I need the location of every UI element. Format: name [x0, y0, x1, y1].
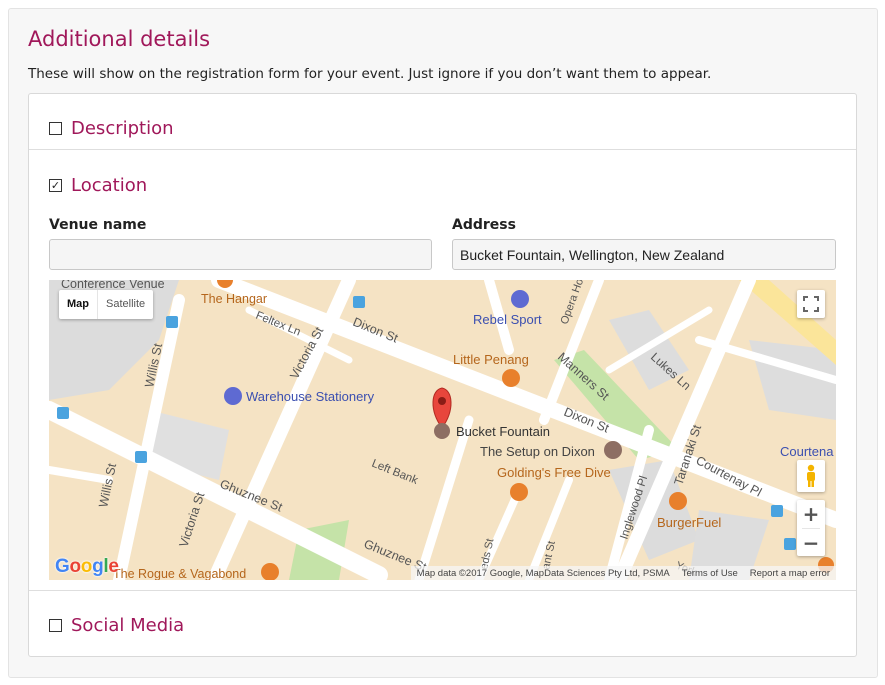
- zoom-in-button[interactable]: +: [797, 500, 825, 528]
- map-label: Warehouse Stationery: [246, 389, 375, 404]
- bar-poi-icon: [510, 483, 528, 501]
- hotel-poi-icon: [604, 441, 622, 459]
- report-map-error-link[interactable]: Report a map error: [744, 568, 836, 579]
- map-label: Rebel Sport: [473, 312, 542, 327]
- description-toggle[interactable]: Description: [49, 118, 174, 139]
- zoom-out-button[interactable]: −: [797, 529, 825, 557]
- bus-stop-icon: [166, 316, 178, 328]
- map-label: The Hangar: [201, 292, 267, 306]
- map-label: Bucket Fountain: [456, 424, 550, 439]
- pegman-icon: [807, 464, 815, 487]
- map-label: The Rogue & Vagabond: [113, 567, 246, 580]
- map-type-control: Map Satellite: [59, 290, 154, 319]
- map-canvas[interactable]: Conference Venue The Hangar Rebel Sport …: [49, 280, 836, 580]
- map-attribution-bar: Map data ©2017 Google, MapData Sciences …: [410, 566, 836, 580]
- divider: [29, 590, 856, 591]
- food-poi-icon: [669, 492, 687, 510]
- shop-poi-icon: [511, 290, 529, 308]
- venue-name-input[interactable]: [49, 239, 432, 270]
- map-type-map-button[interactable]: Map: [59, 290, 98, 319]
- street-view-button[interactable]: [797, 460, 825, 492]
- map-label: Little Penang: [453, 352, 529, 367]
- fullscreen-button[interactable]: [797, 290, 825, 318]
- details-panel: Description ✓ Location Venue name Addres…: [28, 93, 857, 657]
- bus-stop-icon: [135, 451, 147, 463]
- description-checkbox[interactable]: [49, 122, 62, 135]
- social-media-checkbox[interactable]: [49, 619, 62, 632]
- location-map[interactable]: Conference Venue The Hangar Rebel Sport …: [49, 280, 836, 580]
- venue-name-label: Venue name: [49, 217, 147, 233]
- fullscreen-icon: [803, 296, 819, 312]
- map-label: Courtena: [780, 444, 834, 459]
- shop-poi-icon: [224, 387, 242, 405]
- google-logo: Google: [55, 556, 119, 577]
- social-media-toggle[interactable]: Social Media: [49, 615, 184, 636]
- map-label: The Setup on Dixon: [480, 444, 595, 459]
- zoom-control: + −: [797, 500, 825, 556]
- location-toggle[interactable]: ✓ Location: [49, 175, 147, 196]
- address-input[interactable]: [452, 239, 836, 270]
- food-poi-icon: [502, 369, 520, 387]
- bus-stop-icon: [57, 407, 69, 419]
- divider: [29, 149, 856, 150]
- description-label: Description: [71, 118, 174, 139]
- terms-of-use-link[interactable]: Terms of Use: [676, 568, 744, 579]
- location-checkbox[interactable]: ✓: [49, 179, 62, 192]
- section-title: Additional details: [28, 27, 211, 51]
- additional-details-section: Additional details These will show on th…: [8, 8, 878, 678]
- bus-stop-icon: [784, 538, 796, 550]
- map-label: Golding's Free Dive: [497, 465, 611, 480]
- location-label: Location: [71, 175, 148, 196]
- map-label: BurgerFuel: [657, 515, 721, 530]
- section-intro: These will show on the registration form…: [28, 66, 712, 82]
- social-media-label: Social Media: [71, 615, 185, 636]
- fountain-poi-icon: [434, 423, 450, 439]
- map-data-attribution: Map data ©2017 Google, MapData Sciences …: [416, 567, 670, 579]
- bus-stop-icon: [353, 296, 365, 308]
- map-type-satellite-button[interactable]: Satellite: [98, 290, 153, 319]
- address-label: Address: [452, 217, 516, 233]
- bus-stop-icon: [771, 505, 783, 517]
